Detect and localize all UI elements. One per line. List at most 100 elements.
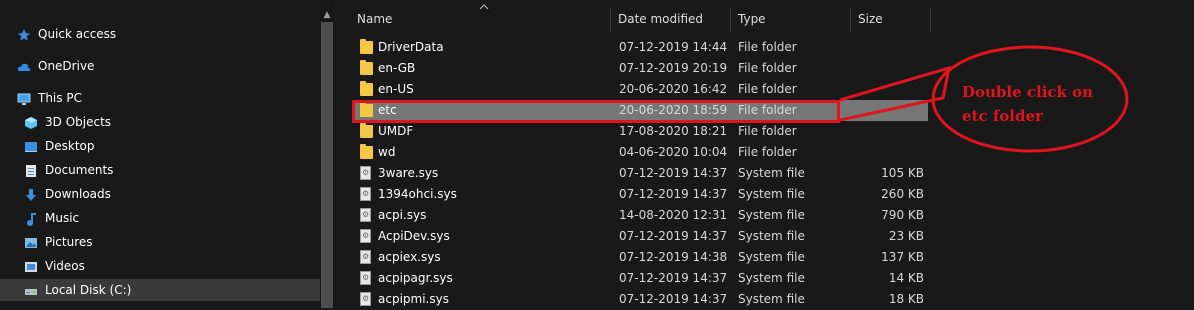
file-size: 23 KB (888, 229, 924, 243)
nav-item-label: Videos (45, 259, 85, 273)
file-row[interactable]: acpiex.sys 07-12-2019 14:38 System file 137… (344, 247, 1194, 268)
file-name: acpipagr.sys (378, 271, 453, 285)
file-row[interactable]: en-GB 07-12-2019 20:19 File folder (344, 58, 1194, 79)
column-header-name[interactable]: Name (357, 12, 392, 26)
file-type: System file (738, 250, 805, 264)
file-size: 790 KB (881, 208, 924, 222)
column-divider[interactable] (850, 8, 851, 32)
column-header-date-modified[interactable]: Date modified (618, 12, 703, 26)
file-type: System file (738, 187, 805, 201)
column-header-type[interactable]: Type (738, 12, 766, 26)
file-date-modified: 07-12-2019 14:37 (619, 229, 728, 243)
file-name: wd (378, 145, 396, 159)
scroll-up-arrow-icon[interactable]: ▲ (321, 9, 333, 21)
folder-icon (360, 81, 373, 96)
file-type: System file (738, 166, 805, 180)
annotation-text: Double click on etc folder (962, 80, 1112, 128)
system-file-icon (360, 187, 371, 201)
system-file-icon (360, 229, 371, 243)
file-size: 14 KB (888, 271, 924, 285)
file-date-modified: 07-12-2019 14:37 (619, 187, 728, 201)
annotation-line-2: etc folder (962, 107, 1043, 125)
file-row[interactable]: AcpiDev.sys 07-12-2019 14:37 System file 23… (344, 226, 1194, 247)
nav-item-onedrive[interactable]: OneDrive (17, 55, 94, 77)
nav-item-documents[interactable]: Documents (24, 159, 113, 181)
file-row[interactable]: 1394ohci.sys 07-12-2019 14:37 System file 2… (344, 184, 1194, 205)
file-date-modified: 07-12-2019 14:37 (619, 166, 728, 180)
file-row[interactable]: DriverData 07-12-2019 14:44 File folder (344, 37, 1194, 58)
sort-ascending-icon (479, 4, 489, 10)
cube-icon (24, 115, 38, 129)
file-name: AcpiDev.sys (378, 229, 450, 243)
column-divider[interactable] (610, 8, 611, 32)
nav-scroll-thumb[interactable] (321, 22, 333, 308)
desktop-icon (24, 139, 38, 153)
file-size: 18 KB (888, 292, 924, 306)
monitor-icon (17, 91, 31, 105)
file-type: System file (738, 292, 805, 306)
nav-item-this-pc[interactable]: This PC (17, 87, 82, 109)
music-icon (24, 211, 38, 226)
system-file-icon (360, 166, 371, 180)
file-name: UMDF (378, 124, 414, 138)
file-date-modified: 20-06-2020 16:42 (619, 82, 728, 96)
folder-icon (360, 123, 373, 138)
file-date-modified: 07-12-2019 14:37 (619, 292, 728, 306)
folder-icon (360, 144, 373, 159)
nav-item-label: 3D Objects (45, 115, 112, 129)
file-row[interactable]: acpipagr.sys 07-12-2019 14:37 System file 1… (344, 268, 1194, 289)
file-date-modified: 04-06-2020 10:04 (619, 145, 728, 159)
drive-icon (24, 283, 38, 297)
file-size: 137 KB (881, 250, 924, 264)
file-name: 3ware.sys (378, 166, 439, 180)
file-date-modified: 14-08-2020 12:31 (619, 208, 728, 222)
column-header-size[interactable]: Size (858, 12, 883, 26)
file-name: acpi.sys (378, 208, 427, 222)
nav-item-desktop[interactable]: Desktop (24, 135, 95, 157)
nav-item-label: This PC (38, 91, 82, 105)
file-row[interactable]: acpipmi.sys 07-12-2019 14:37 System file 18… (344, 289, 1194, 310)
file-type: System file (738, 271, 805, 285)
file-type: System file (738, 229, 805, 243)
nav-item-quick-access[interactable]: Quick access (17, 23, 116, 45)
download-icon (24, 187, 38, 201)
star-icon (17, 27, 31, 41)
column-divider[interactable] (930, 8, 931, 32)
nav-item-3d-objects[interactable]: 3D Objects (24, 111, 111, 133)
system-file-icon (360, 208, 371, 222)
file-size: 105 KB (881, 166, 924, 180)
folder-icon (360, 39, 373, 54)
nav-item-local-disk[interactable]: Local Disk (C:) (0, 279, 320, 301)
file-date-modified: 07-12-2019 14:38 (619, 250, 728, 264)
file-row[interactable]: 3ware.sys 07-12-2019 14:37 System file 105 … (344, 163, 1194, 184)
navigation-pane: Quick access OneDrive This PC 3D Objects… (0, 0, 320, 308)
highlight-box (352, 100, 840, 123)
nav-item-label: Documents (45, 163, 114, 177)
nav-item-label: Music (45, 211, 80, 225)
file-type: File folder (738, 40, 797, 54)
file-row[interactable]: acpi.sys 14-08-2020 12:31 System file 790 K… (344, 205, 1194, 226)
file-type: File folder (738, 124, 797, 138)
file-name: acpipmi.sys (378, 292, 449, 306)
file-row[interactable]: wd 04-06-2020 10:04 File folder (344, 142, 1194, 163)
nav-item-label: OneDrive (38, 59, 95, 73)
file-list: Name Date modified Type Size DriverData 0… (344, 0, 1194, 308)
folder-icon (360, 60, 373, 75)
file-name: en-GB (378, 61, 416, 75)
nav-item-downloads[interactable]: Downloads (24, 183, 111, 205)
file-date-modified: 07-12-2019 14:44 (619, 40, 728, 54)
column-divider[interactable] (730, 8, 731, 32)
system-file-icon (360, 250, 371, 264)
file-type: File folder (738, 145, 797, 159)
file-type: System file (738, 208, 805, 222)
file-date-modified: 07-12-2019 14:37 (619, 271, 728, 285)
nav-item-music[interactable]: Music (24, 207, 79, 229)
nav-item-pictures[interactable]: Pictures (24, 231, 93, 253)
nav-item-videos[interactable]: Videos (24, 255, 85, 277)
document-icon (24, 163, 38, 177)
annotation-line-1: Double click on (962, 83, 1094, 101)
file-date-modified: 17-08-2020 18:21 (619, 124, 728, 138)
cloud-icon (17, 59, 31, 73)
nav-item-label: Desktop (45, 139, 95, 153)
file-size: 260 KB (881, 187, 924, 201)
